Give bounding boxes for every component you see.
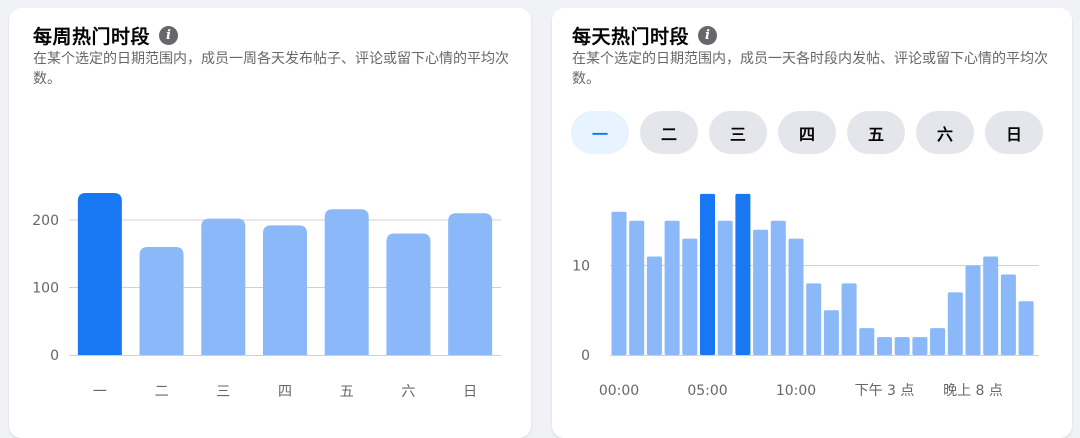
daily-xtick-label: 10:00 — [776, 383, 816, 399]
daily-bar[interactable] — [646, 256, 662, 355]
daily-bar[interactable] — [806, 283, 822, 355]
weekly-ytick-label: 0 — [50, 348, 59, 364]
weekly-xtick-label: 一 — [93, 384, 107, 400]
daily-xtick-label: 00:00 — [599, 383, 639, 399]
daily-bar[interactable] — [717, 220, 733, 355]
weekly-bar[interactable] — [263, 225, 307, 355]
daily-bar[interactable] — [735, 193, 751, 355]
daily-bar[interactable] — [841, 283, 857, 355]
weekly-bar[interactable] — [448, 213, 493, 355]
daily-xtick-label: 晚上 8 点 — [943, 383, 1003, 399]
daily-bar[interactable] — [788, 238, 804, 355]
daily-bar[interactable] — [664, 220, 680, 355]
daily-bar-chart: 0 10 00:00 05:00 10:00 下午 3 点 晚上 8 点 — [572, 193, 1039, 399]
daily-bar[interactable] — [770, 220, 786, 355]
daily-ytick-label: 0 — [581, 348, 590, 364]
weekly-xtick-label: 日 — [463, 384, 477, 400]
weekly-xtick-label: 六 — [401, 384, 415, 400]
weekly-peak-card: 每周热门时段 i 在某个选定的日期范围内，成员一周各天发布帖子、评论或留下心情的… — [9, 8, 531, 438]
weekly-xtick-label: 四 — [278, 384, 292, 400]
daily-bar[interactable] — [965, 265, 981, 356]
daily-bar[interactable] — [930, 328, 946, 355]
daily-bar[interactable] — [877, 337, 892, 355]
weekly-bar[interactable] — [201, 218, 246, 355]
daily-ytick-label: 10 — [572, 259, 590, 275]
daily-bar[interactable] — [859, 328, 875, 355]
weekly-xtick-label: 二 — [155, 384, 169, 400]
weekly-bar[interactable] — [386, 233, 431, 356]
daily-bar[interactable] — [1000, 274, 1016, 355]
weekly-xtick-label: 五 — [340, 384, 354, 400]
daily-bar[interactable] — [753, 229, 769, 355]
weekly-ytick-label: 100 — [32, 281, 59, 297]
daily-bar[interactable] — [947, 292, 963, 355]
weekly-ytick-label: 200 — [32, 213, 59, 229]
daily-bar[interactable] — [823, 310, 839, 355]
weekly-bar[interactable] — [139, 247, 184, 355]
daily-bar[interactable] — [611, 211, 627, 355]
daily-bar[interactable] — [682, 238, 698, 355]
daily-bar[interactable] — [629, 220, 645, 355]
weekly-bar[interactable] — [324, 209, 369, 355]
daily-bar[interactable] — [912, 337, 928, 355]
weekly-xtick-label: 三 — [216, 384, 230, 400]
daily-bar[interactable] — [894, 337, 910, 355]
daily-xtick-label: 下午 3 点 — [855, 383, 915, 399]
daily-xtick-label: 05:00 — [687, 383, 727, 399]
daily-bar[interactable] — [983, 256, 999, 355]
weekly-bar[interactable] — [77, 193, 122, 355]
daily-peak-card: 每天热门时段 i 在某个选定的日期范围内，成员一天各时段内发帖、评论或留下心情的… — [552, 8, 1072, 438]
weekly-bar-chart: 0 100 200 一 二 三 四 五 六 日 — [32, 193, 501, 400]
daily-bar[interactable] — [1018, 301, 1034, 355]
daily-bar[interactable] — [700, 193, 715, 355]
